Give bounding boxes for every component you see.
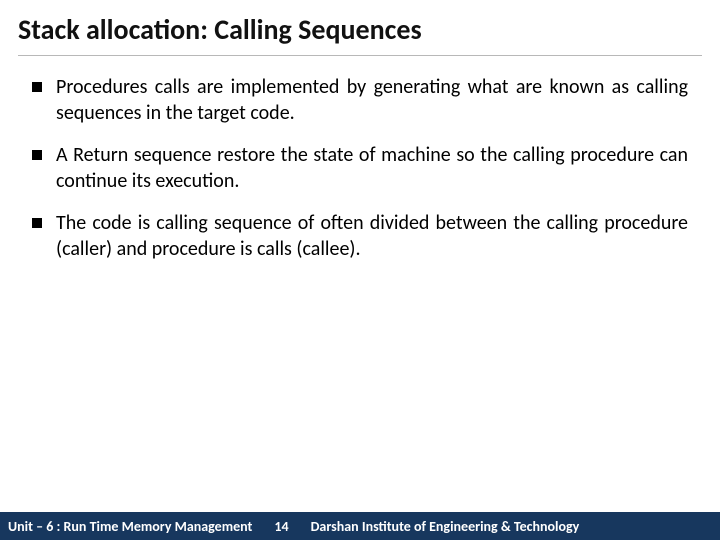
bullet-text: The code is calling sequence of often di… <box>56 210 688 262</box>
footer-bar: Unit – 6 : Run Time Memory Management 14… <box>0 512 720 540</box>
bullet-text: Procedures calls are implemented by gene… <box>56 74 688 126</box>
title-divider <box>18 55 702 56</box>
bullet-item: The code is calling sequence of often di… <box>32 210 688 262</box>
bullet-item: Procedures calls are implemented by gene… <box>32 74 688 126</box>
bullet-item: A Return sequence restore the state of m… <box>32 142 688 194</box>
footer-unit: Unit – 6 : Run Time Memory Management <box>8 518 252 535</box>
bullet-marker-icon <box>32 218 42 228</box>
bullet-marker-icon <box>32 82 42 92</box>
bullet-marker-icon <box>32 150 42 160</box>
slide: Stack allocation: Calling Sequences Proc… <box>0 0 720 540</box>
footer-institute: Darshan Institute of Engineering & Techn… <box>311 518 712 535</box>
title-block: Stack allocation: Calling Sequences <box>0 0 720 64</box>
slide-title: Stack allocation: Calling Sequences <box>18 12 702 47</box>
footer-page-number: 14 <box>274 518 288 535</box>
slide-body: Procedures calls are implemented by gene… <box>0 64 720 540</box>
bullet-text: A Return sequence restore the state of m… <box>56 142 688 194</box>
